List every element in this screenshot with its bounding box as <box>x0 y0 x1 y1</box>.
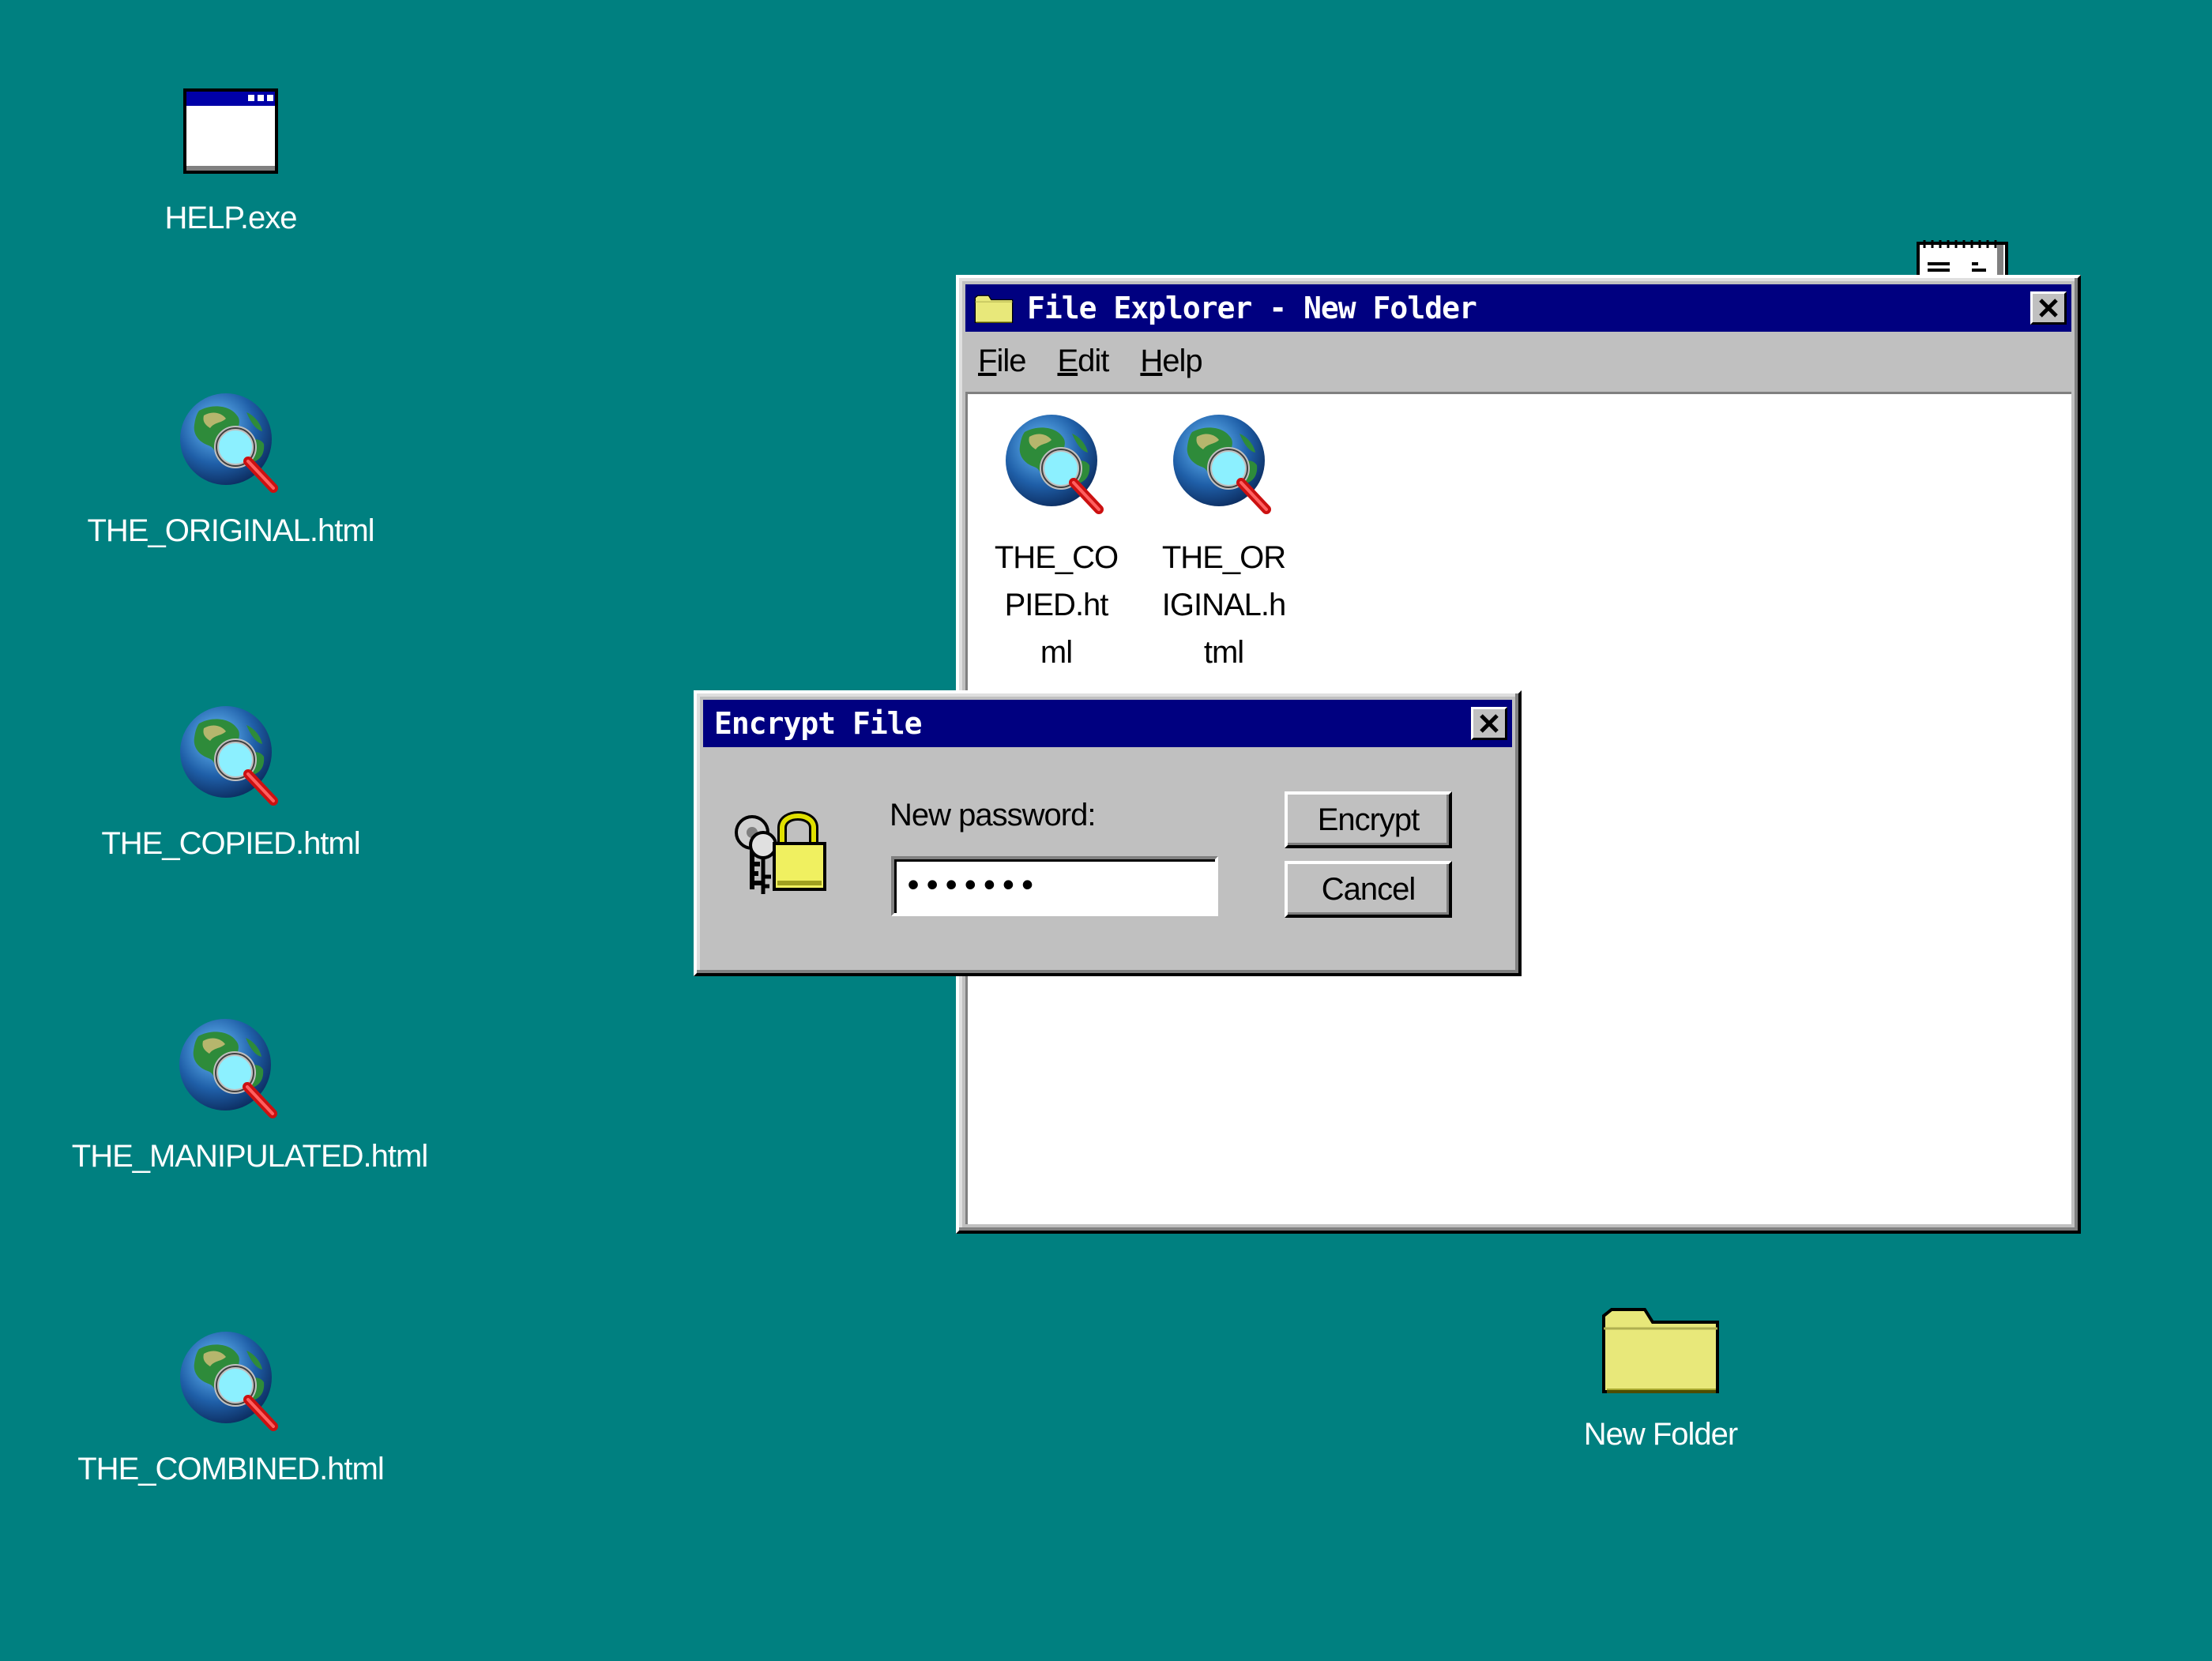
password-label: New password: <box>890 798 1096 832</box>
desktop-icon-label: New Folder <box>1583 1417 1739 1452</box>
folder-icon <box>972 290 1016 326</box>
globe-magnifier-icon <box>175 1014 285 1125</box>
menu-edit[interactable]: Edit <box>1057 344 1109 379</box>
globe-magnifier-icon <box>1001 410 1112 524</box>
explorer-titlebar[interactable]: File Explorer - New Folder <box>965 284 2071 332</box>
explorer-menubar: File Edit Help <box>965 335 2071 387</box>
file-item-the-original[interactable]: THE_ORIGINAL.html <box>1145 410 1303 676</box>
desktop-icon-label: THE_COMBINED.html <box>77 1452 384 1486</box>
password-input[interactable] <box>891 856 1218 916</box>
encrypt-file-dialog[interactable]: Encrypt File New password: Encrypt Cance… <box>694 690 1522 976</box>
folder-icon <box>1597 1292 1724 1403</box>
dialog-close-button[interactable] <box>1471 707 1507 740</box>
globe-magnifier-icon <box>175 701 286 812</box>
globe-magnifier-icon <box>175 389 286 499</box>
desktop-icon-the-manipulated[interactable]: THE_MANIPULATED.html <box>44 1014 455 1174</box>
globe-magnifier-icon <box>175 1327 286 1437</box>
close-icon <box>1480 714 1499 733</box>
desktop-icon-help-exe[interactable]: HELP.exe <box>25 76 436 236</box>
close-icon <box>2039 299 2058 318</box>
desktop-icon-the-combined[interactable]: THE_COMBINED.html <box>25 1327 436 1487</box>
encrypt-button[interactable]: Encrypt <box>1285 791 1452 848</box>
desktop-icon-label: THE_ORIGINAL.html <box>87 513 374 548</box>
cancel-button[interactable]: Cancel <box>1285 861 1452 918</box>
desktop-icon-new-folder[interactable]: New Folder <box>1455 1292 1866 1452</box>
window-app-icon <box>175 76 286 186</box>
desktop-icon-label: THE_COPIED.html <box>101 826 360 861</box>
dialog-title: Encrypt File <box>714 706 923 741</box>
file-item-label: THE_COPIED.html <box>994 540 1119 670</box>
file-item-the-copied[interactable]: THE_COPIED.html <box>977 410 1135 676</box>
menu-help[interactable]: Help <box>1140 344 1202 379</box>
file-item-label: THE_ORIGINAL.html <box>1161 540 1287 670</box>
desktop-icon-label: THE_MANIPULATED.html <box>71 1139 428 1174</box>
globe-magnifier-icon <box>1168 410 1279 524</box>
desktop-icon-label: HELP.exe <box>164 201 298 235</box>
menu-file[interactable]: File <box>978 344 1026 379</box>
explorer-title: File Explorer - New Folder <box>1027 291 1477 325</box>
keys-padlock-icon <box>728 801 833 903</box>
desktop-icon-the-original[interactable]: THE_ORIGINAL.html <box>25 389 436 549</box>
desktop-icon-the-copied[interactable]: THE_COPIED.html <box>25 701 436 862</box>
dialog-titlebar[interactable]: Encrypt File <box>703 700 1512 747</box>
explorer-close-button[interactable] <box>2030 291 2067 325</box>
